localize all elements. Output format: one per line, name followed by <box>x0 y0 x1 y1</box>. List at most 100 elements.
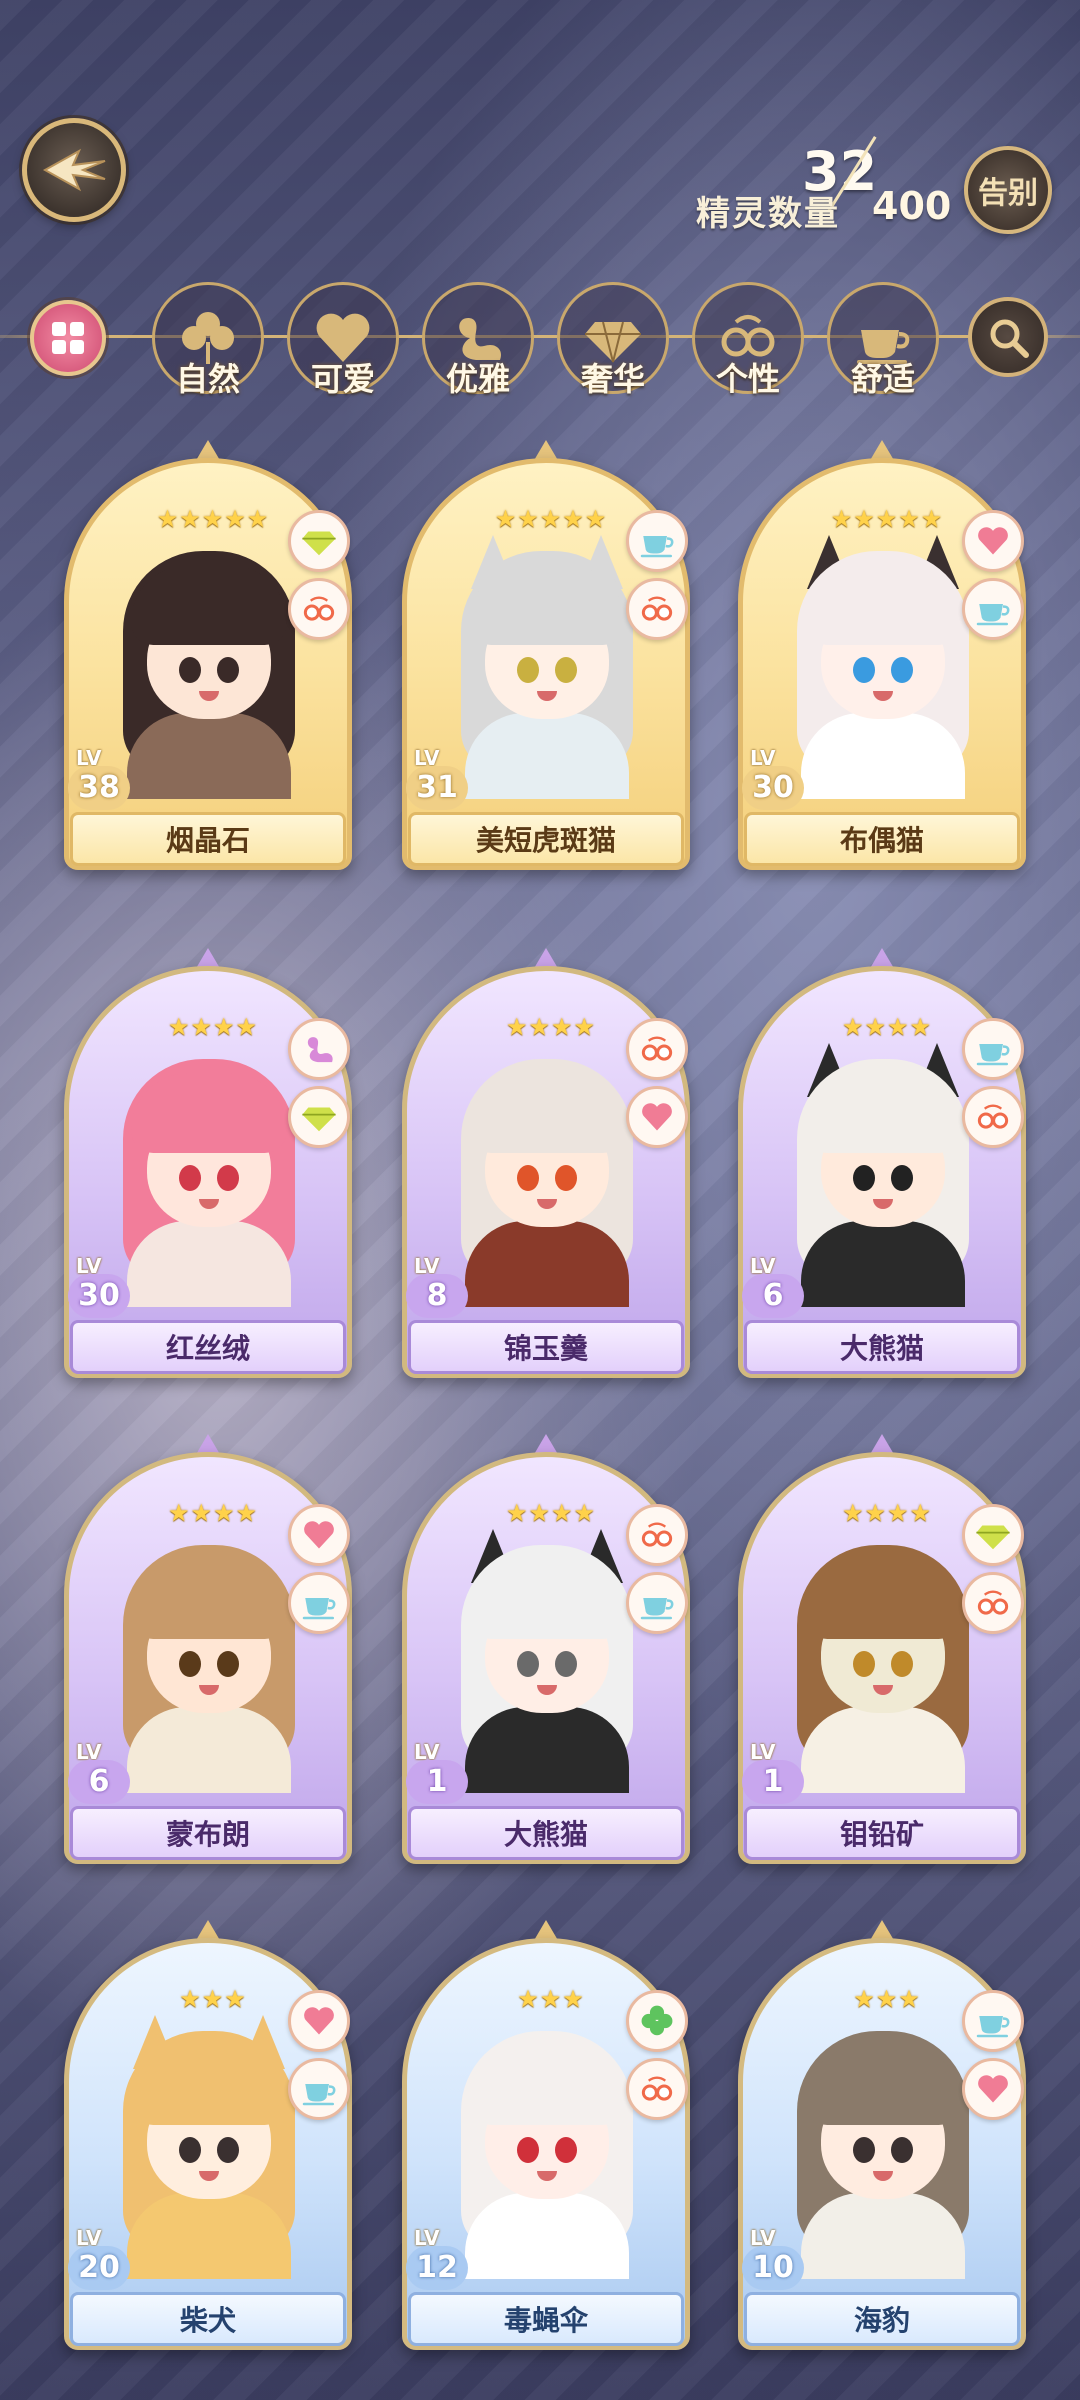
portrait-eye <box>517 657 539 683</box>
character-name: 柴犬 <box>179 2304 236 2337</box>
back-arrow-icon <box>42 148 106 192</box>
portrait-eye <box>853 1651 875 1677</box>
level-badge: LV 12 <box>406 2226 470 2296</box>
grid-icon <box>52 322 84 354</box>
filter-tab-personality[interactable]: 个性 <box>692 282 804 402</box>
character-name: 蒙布朗 <box>165 1818 250 1851</box>
portrait-body <box>127 1707 291 1793</box>
name-plate: 锦玉羹 <box>408 1320 684 1374</box>
spirit-counter: 32 精灵数量 400 <box>690 136 960 234</box>
portrait-body <box>465 713 629 799</box>
spirit-card[interactable]: ★★★★ 锦玉羹 LV 8 <box>402 948 690 1378</box>
character-portrait <box>783 1535 983 1793</box>
spirit-capacity: 400 <box>872 184 952 228</box>
teacup-icon <box>962 578 1024 640</box>
name-plate: 大熊猫 <box>408 1806 684 1860</box>
level-value: 1 <box>742 1760 804 1804</box>
level-value: 1 <box>406 1760 468 1804</box>
portrait-body <box>465 1221 629 1307</box>
portrait-body <box>127 2193 291 2279</box>
portrait-eye <box>179 1165 201 1191</box>
spirit-card[interactable]: ★★★★ 大熊猫 LV <box>738 948 1026 1378</box>
portrait-body <box>801 1221 965 1307</box>
name-plate: 柴犬 <box>70 2292 346 2346</box>
portrait-eye <box>217 657 239 683</box>
level-value: 12 <box>406 2246 468 2290</box>
level-value: 20 <box>68 2246 130 2290</box>
name-plate: 毒蝇伞 <box>408 2292 684 2346</box>
character-name: 大熊猫 <box>839 1332 924 1365</box>
character-name: 烟晶石 <box>165 824 250 857</box>
character-name: 美短虎斑猫 <box>475 824 616 857</box>
farewell-button[interactable]: 告别 <box>964 146 1052 234</box>
level-badge: LV 8 <box>406 1254 470 1324</box>
portrait-body <box>465 2193 629 2279</box>
name-plate: 布偶猫 <box>744 812 1020 866</box>
clover-icon <box>626 1990 688 2052</box>
teacup-icon <box>626 510 688 572</box>
character-name: 钼铅矿 <box>839 1818 924 1851</box>
portrait-eye <box>891 1651 913 1677</box>
name-plate: 大熊猫 <box>744 1320 1020 1374</box>
portrait-bangs <box>805 1073 961 1153</box>
portrait-bangs <box>131 1559 287 1639</box>
spirit-card[interactable]: ★★★★★ 布偶猫 LV 30 <box>738 440 1026 870</box>
spirit-card[interactable]: ★★★★ 钼铅矿 LV 1 <box>738 1434 1026 1864</box>
spirit-card[interactable]: ★★★★ 蒙布朗 LV 6 <box>64 1434 352 1864</box>
level-badge: LV 38 <box>68 746 132 816</box>
spirit-card[interactable]: ★★★★ 大熊猫 LV <box>402 1434 690 1864</box>
spirit-card[interactable]: ★★★ 海豹 LV 10 <box>738 1920 1026 2350</box>
portrait-eye <box>517 2137 539 2163</box>
spirit-card[interactable]: ★★★★ 红丝绒 LV 30 <box>64 948 352 1378</box>
filter-tab-luxury[interactable]: 奢华 <box>557 282 669 402</box>
filter-tab-elegant[interactable]: 优雅 <box>422 282 534 402</box>
teacup-icon <box>288 2058 350 2120</box>
glasses-icon <box>626 1018 688 1080</box>
level-badge: LV 10 <box>742 2226 806 2296</box>
portrait-bangs <box>469 2045 625 2125</box>
character-portrait <box>447 1529 647 1793</box>
filter-label: 可爱 <box>310 360 375 398</box>
heart-icon <box>626 1086 688 1148</box>
filter-label: 优雅 <box>445 360 510 398</box>
filter-tab-nature[interactable]: 自然 <box>152 282 264 402</box>
level-value: 6 <box>742 1274 804 1318</box>
character-portrait <box>109 2015 309 2279</box>
teacup-icon <box>288 1572 350 1634</box>
portrait-bangs <box>469 1073 625 1153</box>
level-badge: LV 1 <box>406 1740 470 1810</box>
portrait-eye <box>891 2137 913 2163</box>
spirit-card[interactable]: ★★★★★ 烟晶石 LV 38 <box>64 440 352 870</box>
portrait-bangs <box>469 565 625 645</box>
swan-icon <box>288 1018 350 1080</box>
portrait-eye <box>853 1165 875 1191</box>
character-portrait <box>109 541 309 799</box>
spirit-card[interactable]: ★★★ 柴犬 LV 20 <box>64 1920 352 2350</box>
character-name: 红丝绒 <box>165 1332 250 1365</box>
spirit-card[interactable]: ★★★★★ 美短虎斑猫 LV 31 <box>402 440 690 870</box>
portrait-eye <box>179 2137 201 2163</box>
portrait-body <box>801 713 965 799</box>
back-button[interactable] <box>22 118 126 222</box>
portrait-bangs <box>131 2045 287 2125</box>
level-value: 8 <box>406 1274 468 1318</box>
level-value: 6 <box>68 1760 130 1804</box>
portrait-bangs <box>131 565 287 645</box>
search-button[interactable] <box>968 297 1048 377</box>
portrait-bangs <box>805 2045 961 2125</box>
character-portrait <box>447 1049 647 1307</box>
filter-label: 自然 <box>175 360 240 398</box>
portrait-eye <box>891 1165 913 1191</box>
spirit-count-label: 精灵数量 <box>696 194 840 234</box>
filter-all-button[interactable] <box>30 300 106 376</box>
portrait-body <box>465 1707 629 1793</box>
teacup-icon <box>962 1018 1024 1080</box>
diamond-icon <box>962 1504 1024 1566</box>
spirit-card[interactable]: ★★★ 毒蝇伞 LV 12 <box>402 1920 690 2350</box>
filter-tab-cute[interactable]: 可爱 <box>287 282 399 402</box>
character-name: 大熊猫 <box>503 1818 588 1851</box>
character-portrait <box>109 1535 309 1793</box>
character-portrait <box>447 535 647 799</box>
filter-tab-cozy[interactable]: 舒适 <box>827 282 939 402</box>
name-plate: 蒙布朗 <box>70 1806 346 1860</box>
